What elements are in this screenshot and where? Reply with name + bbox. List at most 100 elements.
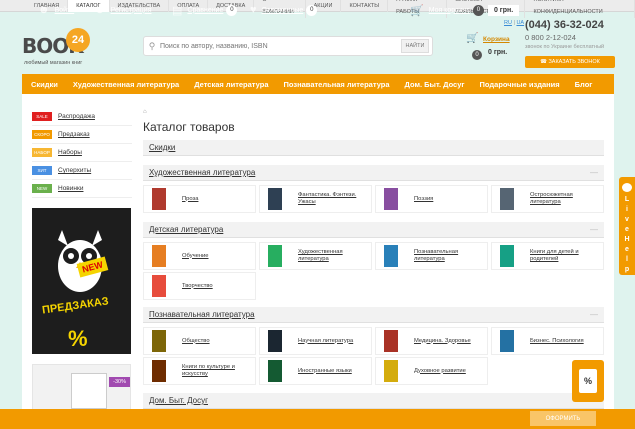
category-label: Медицина. Здоровье [414, 337, 471, 344]
catalog-section-title: Познавательная литература [149, 310, 255, 319]
catalog-section-header[interactable]: Дом. Быт. Досуг— [143, 393, 604, 409]
search-input[interactable] [160, 42, 401, 50]
sidebar-item[interactable]: SALE Распродажа [32, 108, 132, 126]
page-title: Каталог товаров [143, 120, 235, 134]
catalog-category-card[interactable]: Остросюжетная литература [491, 185, 604, 213]
catalog-category-card[interactable]: Книги для детей и родителей [491, 242, 604, 270]
category-label: Проза [182, 195, 199, 202]
my-cart-sum: 0 грн. [487, 4, 520, 16]
live-help-letter: e [625, 226, 629, 233]
sidebar-tag: SALE [32, 112, 52, 121]
catalog-category-card[interactable]: Общество [143, 327, 256, 355]
deferred-link[interactable]: ♥ Отложенные 0 [250, 0, 318, 20]
category-label: Книги по культуре и искусству [182, 364, 235, 377]
catalog-category-card[interactable]: Творчество [143, 272, 256, 300]
cart-count: 0 [472, 50, 482, 60]
mainnav-item[interactable]: Подарочные издания [471, 80, 566, 89]
category-thumbnail [152, 360, 166, 382]
my-cart-label: Моя корзина [428, 6, 470, 14]
compare-link[interactable]: ▤ Сравнение 0 [172, 0, 238, 20]
my-cart-link[interactable]: 🛒 Моя корзина 0 0 грн. [410, 0, 520, 20]
logo[interactable]: BOOK 24 любимый магазин книг [22, 28, 97, 66]
catalog-category-card[interactable]: Книги по культуре и искусству [143, 357, 256, 385]
preorder-banner[interactable]: NEW ПРЕДЗАКАЗ % [32, 208, 131, 354]
collapse-icon[interactable]: — [590, 225, 598, 234]
live-help-letter: H [624, 236, 630, 243]
mainnav-item[interactable]: Детская литература [185, 80, 274, 89]
category-thumbnail [500, 188, 514, 210]
discount-fab[interactable]: % [572, 360, 604, 402]
order-button[interactable]: Оформить [530, 411, 596, 426]
search-button[interactable]: Найти [401, 39, 429, 53]
lang-ua[interactable]: UA [516, 20, 524, 26]
category-thumbnail [268, 245, 282, 267]
sidebar-item[interactable]: СКОРО Предзаказ [32, 126, 132, 144]
logo-number: 24 [66, 28, 90, 52]
register-link[interactable]: ☻ Регистрация [94, 0, 152, 20]
topnav-item[interactable]: Контакты [341, 0, 389, 12]
add-user-icon: ☻ [94, 4, 106, 16]
sidebar-item[interactable]: NEW Новинки [32, 180, 132, 198]
live-help-letter: L [624, 196, 630, 203]
phone-main: (044) 36-32-024 [525, 19, 604, 31]
chat-icon [622, 183, 632, 192]
live-help-letter: e [625, 246, 629, 253]
login-link[interactable]: ☻ Войти [38, 0, 74, 20]
catalog-category-card[interactable]: Художественная литература [259, 242, 372, 270]
sidebar-item[interactable]: ХИТ Суперхиты [32, 162, 132, 180]
live-help-letter: l [626, 256, 628, 263]
live-help-letter: v [625, 216, 629, 223]
category-label: Научная литература [298, 337, 354, 344]
mainnav-item[interactable]: Блог [566, 80, 599, 89]
cart-label[interactable]: Корзина [483, 36, 510, 43]
category-thumbnail [152, 245, 166, 267]
catalog-category-card[interactable]: Бизнес. Психология [491, 327, 604, 355]
mainnav-item[interactable]: Скидки [22, 80, 64, 89]
category-label: Познавательная литература [414, 249, 459, 262]
mainnav-item[interactable]: Познавательная литература [275, 80, 396, 89]
catalog-section-header[interactable]: Познавательная литература — [143, 307, 604, 323]
header-cart[interactable]: 🛒 Корзина 0 0 грн. [466, 33, 526, 61]
collapse-icon[interactable]: — [590, 310, 598, 319]
deferred-label: Отложенные [261, 6, 304, 14]
sidebar-tag: NEW [32, 184, 52, 193]
lang-ru[interactable]: RU [504, 20, 512, 26]
discount-badge: -30% [109, 377, 130, 387]
catalog-category-card[interactable]: Проза [143, 185, 256, 213]
collapse-icon[interactable]: — [590, 168, 598, 177]
catalog-section-header[interactable]: Детская литература — [143, 222, 604, 238]
discount-banner[interactable]: -30% [32, 364, 131, 410]
register-label: Регистрация [110, 6, 152, 14]
percent-sign: % [68, 326, 88, 351]
catalog-category-card[interactable]: Духовное развитие [375, 357, 488, 385]
sidebar-item[interactable]: НАБОР Наборы [32, 144, 132, 162]
login-label: Войти [54, 6, 75, 14]
catalog-category-card[interactable]: Фантастика. Фэнтези. Ужасы [259, 185, 372, 213]
catalog-category-card[interactable]: Поэзия [375, 185, 488, 213]
catalog-category-card[interactable]: Обучение [143, 242, 256, 270]
mainnav-item[interactable]: Дом. Быт. Досуг [396, 80, 471, 89]
sidebar-item-label: Наборы [58, 149, 82, 156]
search-bar: ⚲ Найти [143, 36, 433, 56]
category-thumbnail [152, 188, 166, 210]
callback-button[interactable]: ☎ Заказать звонок [525, 56, 615, 68]
phone-free: 0 800 2-12-024 [525, 33, 576, 42]
catalog-section-header[interactable]: Художественная литература — [143, 165, 604, 181]
search-icon: ⚲ [148, 40, 156, 51]
catalog-category-card[interactable]: Медицина. Здоровье [375, 327, 488, 355]
catalog-section-header[interactable]: Скидки [143, 140, 604, 156]
catalog-category-card[interactable]: Познавательная литература [375, 242, 488, 270]
sidebar-tag: СКОРО [32, 130, 52, 139]
category-thumbnail [384, 360, 398, 382]
mainnav-item[interactable]: Художественная литература [64, 80, 185, 89]
category-thumbnail [268, 360, 282, 382]
breadcrumb-home-icon[interactable]: ⌂ [143, 109, 147, 115]
catalog-section-title: Скидки [149, 143, 176, 152]
main-nav: Скидки Художественная литература Детская л… [22, 74, 614, 94]
catalog-category-card[interactable]: Научная литература [259, 327, 372, 355]
catalog-category-card[interactable]: Иностранные языки [259, 357, 372, 385]
live-help-tab[interactable]: Live Help [619, 177, 635, 275]
catalog-section-title: Художественная литература [149, 168, 256, 177]
category-thumbnail [384, 188, 398, 210]
live-help-letter: i [626, 206, 628, 213]
